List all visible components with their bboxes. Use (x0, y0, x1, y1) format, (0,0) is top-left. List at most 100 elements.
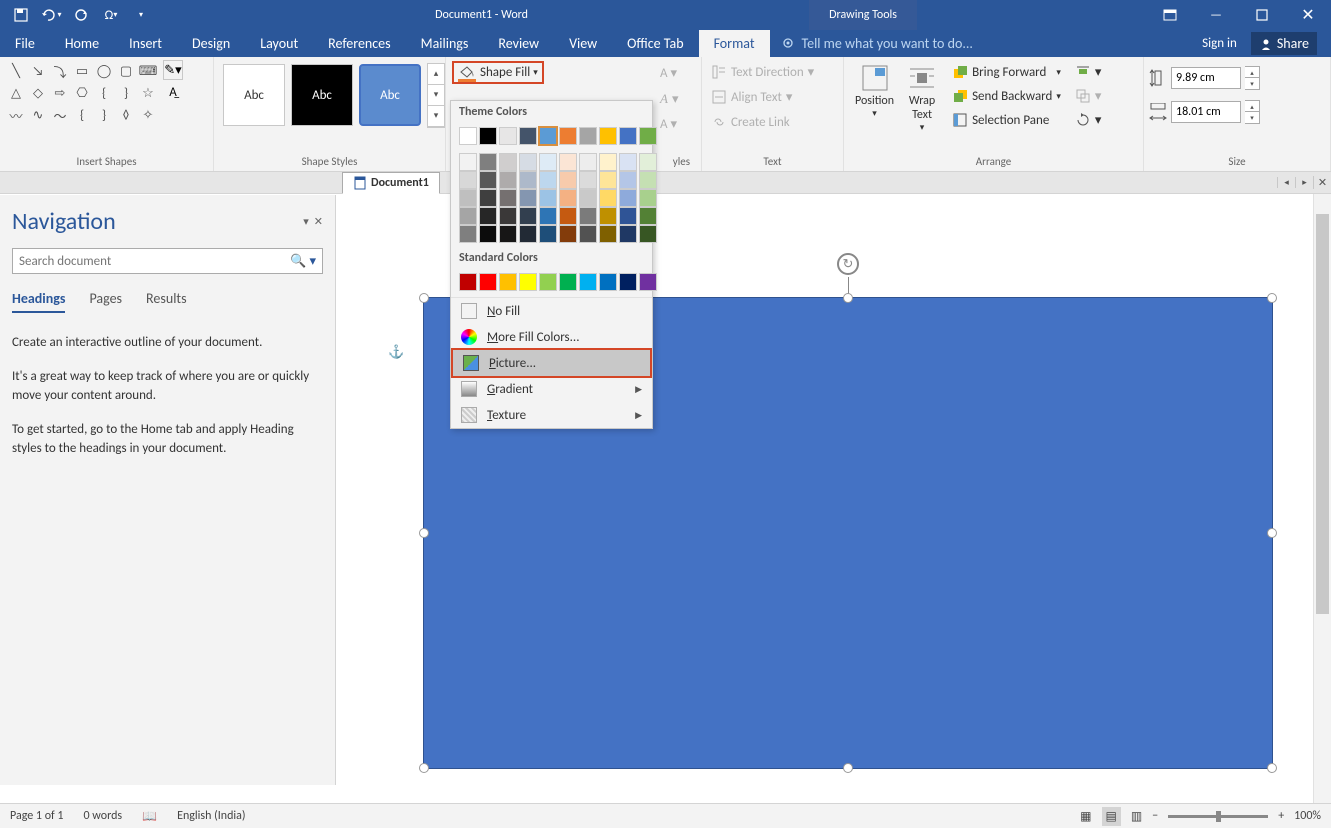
zoom-in-button[interactable]: + (1278, 809, 1284, 823)
color-swatch[interactable] (559, 207, 577, 225)
tab-review[interactable]: Review (483, 30, 554, 57)
bring-forward-button[interactable]: Bring Forward▾ (948, 62, 1065, 82)
picture-fill-item[interactable]: Picture... (451, 348, 652, 378)
selection-pane-button[interactable]: Selection Pane (948, 110, 1065, 130)
qat-customize-button[interactable]: ▾ (128, 2, 154, 28)
color-swatch[interactable] (519, 207, 537, 225)
zoom-level[interactable]: 100% (1294, 809, 1321, 823)
height-input[interactable]: 9.89 cm (1171, 67, 1241, 89)
color-swatch[interactable] (459, 273, 477, 291)
color-swatch[interactable] (499, 171, 517, 189)
language-status[interactable]: English (India) (177, 809, 245, 823)
page-status[interactable]: Page 1 of 1 (10, 809, 64, 823)
symbol-button[interactable]: Ω ▾ (98, 2, 124, 28)
shape-star-icon[interactable]: ☆ (137, 82, 159, 104)
tab-file[interactable]: File (0, 30, 50, 57)
zoom-slider[interactable] (1168, 815, 1268, 818)
style-item-3[interactable]: Abc (359, 64, 421, 126)
shape-rbracket-icon[interactable]: } (93, 104, 115, 126)
draw-textbox-button[interactable]: A̲ (163, 82, 183, 102)
height-spinner[interactable]: ▴▾ (1245, 66, 1260, 90)
shape-curve2-icon[interactable]: ∿ (27, 104, 49, 126)
handle-mr[interactable] (1267, 528, 1277, 538)
color-swatch[interactable] (579, 127, 597, 145)
color-swatch[interactable] (639, 273, 657, 291)
gradient-fill-item[interactable]: Gradient▶ (451, 376, 652, 402)
color-swatch[interactable] (599, 273, 617, 291)
position-button[interactable]: Position▾ (849, 60, 900, 121)
handle-tr[interactable] (1267, 293, 1277, 303)
tab-design[interactable]: Design (177, 30, 245, 57)
tab-view[interactable]: View (554, 30, 612, 57)
shape-fill-button[interactable]: Shape Fill▾ (452, 61, 544, 84)
color-swatch[interactable] (599, 225, 617, 243)
color-swatch[interactable] (559, 127, 577, 145)
web-layout-button[interactable]: ▥ (1131, 809, 1142, 824)
color-swatch[interactable] (599, 127, 617, 145)
color-swatch[interactable] (539, 207, 557, 225)
color-swatch[interactable] (479, 127, 497, 145)
vertical-scrollbar[interactable] (1313, 194, 1331, 803)
color-swatch[interactable] (539, 273, 557, 291)
shape-callout-icon[interactable]: ◊ (115, 104, 137, 126)
color-swatch[interactable] (499, 153, 517, 171)
rotate-handle[interactable]: ↻ (837, 253, 859, 275)
shape-rect-icon[interactable]: ▭ (71, 60, 93, 82)
color-swatch[interactable] (579, 225, 597, 243)
nav-close-button[interactable]: ✕ (314, 215, 323, 228)
minimize-button[interactable]: — (1193, 0, 1239, 30)
shape-rbrace-icon[interactable]: } (115, 82, 137, 104)
color-swatch[interactable] (539, 127, 557, 145)
sign-in-link[interactable]: Sign in (1202, 36, 1237, 51)
nav-tab-pages[interactable]: Pages (89, 290, 122, 313)
shape-style-gallery[interactable]: Abc Abc Abc (219, 60, 425, 130)
color-swatch[interactable] (619, 171, 637, 189)
tab-format[interactable]: Format (699, 30, 770, 57)
style-item-1[interactable]: Abc (223, 64, 285, 126)
shape-curve-icon[interactable]: 〰 (5, 104, 27, 126)
color-swatch[interactable] (559, 225, 577, 243)
wrap-text-button[interactable]: Wrap Text▾ (900, 60, 944, 135)
color-swatch[interactable] (619, 153, 637, 171)
word-count[interactable]: 0 words (84, 809, 123, 823)
undo-button[interactable]: ▾ (38, 2, 64, 28)
share-button[interactable]: Share (1251, 32, 1317, 55)
color-swatch[interactable] (499, 207, 517, 225)
color-swatch[interactable] (559, 171, 577, 189)
tab-layout[interactable]: Layout (245, 30, 313, 57)
color-swatch[interactable] (519, 273, 537, 291)
shape-arrow-icon[interactable]: ↘ (27, 60, 49, 82)
no-fill-item[interactable]: No Fill (451, 298, 652, 324)
handle-bm[interactable] (843, 763, 853, 773)
color-swatch[interactable] (459, 189, 477, 207)
color-swatch[interactable] (639, 153, 657, 171)
color-swatch[interactable] (639, 171, 657, 189)
rotate-button[interactable]: ▾ (1071, 110, 1106, 130)
color-swatch[interactable] (459, 153, 477, 171)
color-swatch[interactable] (599, 153, 617, 171)
color-swatch[interactable] (459, 225, 477, 243)
shape-arrow2-icon[interactable]: ⇨ (49, 82, 71, 104)
color-swatch[interactable] (499, 273, 517, 291)
style-item-2[interactable]: Abc (291, 64, 353, 126)
color-swatch[interactable] (519, 189, 537, 207)
align-button[interactable]: ▾ (1071, 62, 1106, 82)
shape-triangle-icon[interactable]: △ (5, 82, 27, 104)
color-swatch[interactable] (519, 225, 537, 243)
handle-tl[interactable] (419, 293, 429, 303)
color-swatch[interactable] (539, 225, 557, 243)
color-swatch[interactable] (479, 153, 497, 171)
color-swatch[interactable] (459, 207, 477, 225)
tab-home[interactable]: Home (50, 30, 114, 57)
nav-tab-headings[interactable]: Headings (12, 290, 65, 313)
color-swatch[interactable] (519, 171, 537, 189)
redo-button[interactable] (68, 2, 94, 28)
color-swatch[interactable] (579, 189, 597, 207)
search-input[interactable] (19, 254, 290, 269)
color-swatch[interactable] (499, 189, 517, 207)
more-colors-item[interactable]: More Fill Colors... (451, 324, 652, 350)
color-swatch[interactable] (479, 273, 497, 291)
color-swatch[interactable] (519, 153, 537, 171)
tab-close[interactable]: ✕ (1313, 176, 1331, 189)
color-swatch[interactable] (519, 127, 537, 145)
